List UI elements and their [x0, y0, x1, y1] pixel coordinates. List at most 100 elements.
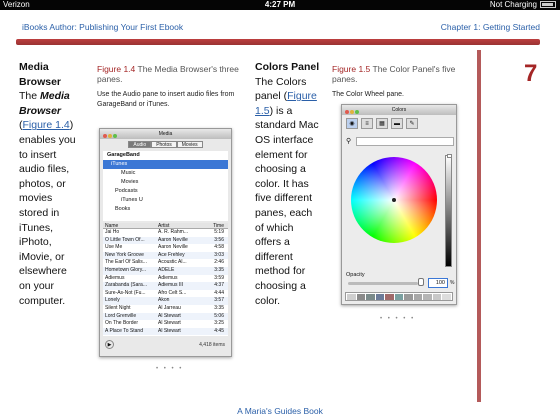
- color-swatch[interactable]: [432, 294, 442, 300]
- color-swatch[interactable]: [375, 294, 385, 300]
- track-name: Lonely: [105, 297, 120, 304]
- source-garageband[interactable]: GarageBand: [107, 151, 228, 160]
- table-row[interactable]: On The Border Al Stewart 3:25: [103, 320, 228, 328]
- table-row[interactable]: Lonely Akon 3:57: [103, 297, 228, 305]
- table-row[interactable]: Sure-As-Not (Fu... Afro Celt S... 4:44: [103, 290, 228, 298]
- source-itunes[interactable]: iTunes: [103, 160, 228, 169]
- chapter-title[interactable]: Chapter 1: Getting Started: [441, 22, 540, 32]
- item-count: 4,418 items: [199, 342, 225, 348]
- source-itunes-u[interactable]: iTunes U: [107, 196, 228, 205]
- tab-movies[interactable]: Movies: [176, 141, 203, 148]
- header-rule: [16, 39, 540, 45]
- track-time: 3:57: [214, 297, 224, 304]
- track-time: 3:03: [214, 251, 224, 258]
- source-movies[interactable]: Movies: [107, 178, 228, 187]
- source-books[interactable]: Books: [107, 205, 228, 214]
- opacity-slider[interactable]: [348, 282, 418, 285]
- tab-photos[interactable]: Photos: [151, 141, 177, 148]
- crayons-icon[interactable]: ✎: [406, 118, 418, 129]
- source-list: GarageBand iTunes Music Movies Podcasts …: [103, 151, 228, 221]
- column-name[interactable]: Name: [103, 223, 158, 228]
- track-time: 3:35: [214, 266, 224, 273]
- figure-page-dots[interactable]: • • • • •: [380, 316, 415, 322]
- status-bar: Verizon 4:27 PM Not Charging: [0, 0, 560, 10]
- play-icon[interactable]: ▶: [105, 340, 114, 349]
- source-music[interactable]: Music: [107, 169, 228, 178]
- track-time: 3:59: [214, 274, 224, 281]
- track-name: Sure-As-Not (Fu...: [105, 289, 146, 296]
- brightness-knob[interactable]: [447, 154, 452, 158]
- color-swatch[interactable]: [347, 294, 356, 300]
- color-sliders-icon[interactable]: ≡: [361, 118, 373, 129]
- color-swatches[interactable]: [345, 292, 453, 301]
- table-row[interactable]: A Place To Stand Al Stewart 4:45: [103, 327, 228, 336]
- magnifier-icon[interactable]: ⚲: [346, 137, 351, 146]
- image-palettes-icon[interactable]: ▬: [391, 118, 403, 129]
- track-name: Use Me: [105, 244, 123, 251]
- color-search: ⚲: [346, 137, 454, 146]
- opacity-field[interactable]: 100: [428, 278, 448, 288]
- color-swatch[interactable]: [385, 294, 394, 300]
- track-artist: Aaron Neville: [158, 244, 188, 251]
- table-row[interactable]: Use Me Aaron Neville 4:58: [103, 244, 228, 252]
- table-row[interactable]: Silent Night Al Jarreau 3:35: [103, 305, 228, 313]
- color-swatch[interactable]: [413, 294, 423, 300]
- track-time: 4:45: [214, 327, 224, 334]
- opacity-knob[interactable]: [418, 278, 424, 286]
- color-swatch[interactable]: [394, 294, 404, 300]
- book-title[interactable]: iBooks Author: Publishing Your First Ebo…: [22, 22, 183, 32]
- track-artist: Acoustic Al...: [158, 259, 187, 266]
- media-window[interactable]: Media Audio Photos Movies GarageBand iTune…: [99, 128, 232, 357]
- table-row[interactable]: Adiemus Adiemus 3:59: [103, 275, 228, 283]
- table-row[interactable]: O Little Town Of... Aaron Neville 3:56: [103, 236, 228, 245]
- color-swatch[interactable]: [442, 294, 452, 300]
- column-artist[interactable]: Artist: [158, 223, 195, 228]
- track-name: The Earl Of Salis...: [105, 259, 147, 266]
- color-wheel-icon[interactable]: ◉: [346, 118, 358, 129]
- table-row[interactable]: Jai Ho A. R. Rahm... 5:19: [103, 229, 228, 237]
- track-artist: Al Jarreau: [158, 304, 181, 311]
- column-time[interactable]: Time: [195, 223, 226, 229]
- source-podcasts[interactable]: Podcasts: [107, 187, 228, 196]
- clock: 4:27 PM: [264, 0, 296, 9]
- color-swatch[interactable]: [423, 294, 432, 300]
- color-search-input[interactable]: [356, 137, 454, 146]
- media-browser-section: Media Browser The Media Browser (Figure …: [19, 60, 81, 308]
- color-swatch[interactable]: [356, 294, 366, 300]
- figure-page-dots[interactable]: • • • •: [156, 366, 183, 372]
- brightness-slider[interactable]: [445, 154, 452, 267]
- table-row[interactable]: New York Groove Ace Frehley 3:03: [103, 251, 228, 260]
- color-swatch[interactable]: [366, 294, 375, 300]
- battery-icon: [540, 1, 556, 8]
- body-text: ) is a standard Mac OS interface element…: [255, 104, 319, 307]
- track-artist: ADELE: [158, 266, 175, 273]
- figure-description: Use the Audio pane to insert audio files…: [97, 91, 235, 108]
- track-time: 4:58: [214, 244, 224, 251]
- color-selector[interactable]: [392, 198, 396, 202]
- color-palettes-icon[interactable]: ▦: [376, 118, 388, 129]
- table-row[interactable]: Hometown Glory... ADELE 3:35: [103, 266, 228, 275]
- figure-number: Figure 1.4: [97, 64, 136, 74]
- track-time: 4:44: [214, 289, 224, 296]
- color-wheel[interactable]: [351, 157, 437, 243]
- colors-window[interactable]: Colors ◉ ≡ ▦ ▬ ✎ ⚲ Opacity 100 %: [341, 104, 457, 305]
- figure-link[interactable]: Figure 1.4: [23, 119, 70, 131]
- track-artist: Akon: [158, 297, 170, 304]
- colors-panel-section: Colors Panel The Colors panel (Figure 1.…: [255, 61, 320, 307]
- table-row[interactable]: Zarabanda (Sara... Adiemus III 4:37: [103, 282, 228, 290]
- track-name: Adiemus: [105, 274, 125, 281]
- section-heading: Media Browser: [19, 61, 62, 88]
- table-row[interactable]: The Earl Of Salis... Acoustic Al... 2:46: [103, 259, 228, 267]
- color-swatch[interactable]: [404, 294, 413, 300]
- track-artist: Ace Frehley: [158, 251, 185, 258]
- tab-audio[interactable]: Audio: [128, 141, 152, 148]
- track-name: A Place To Stand: [105, 327, 143, 334]
- table-row[interactable]: Lord Grenville Al Stewart 5:06: [103, 312, 228, 321]
- footer-brand[interactable]: A Maria's Guides Book: [0, 406, 560, 416]
- window-titlebar: Colors: [342, 105, 456, 115]
- page-number: 7: [524, 60, 538, 87]
- battery-status: Not Charging: [490, 0, 556, 10]
- figure-1-5-caption: Figure 1.5 The Color Panel's five panes.…: [332, 64, 474, 100]
- media-tabs: Audio Photos Movies: [100, 139, 231, 151]
- media-footer: ▶ 4,418 items: [100, 336, 231, 352]
